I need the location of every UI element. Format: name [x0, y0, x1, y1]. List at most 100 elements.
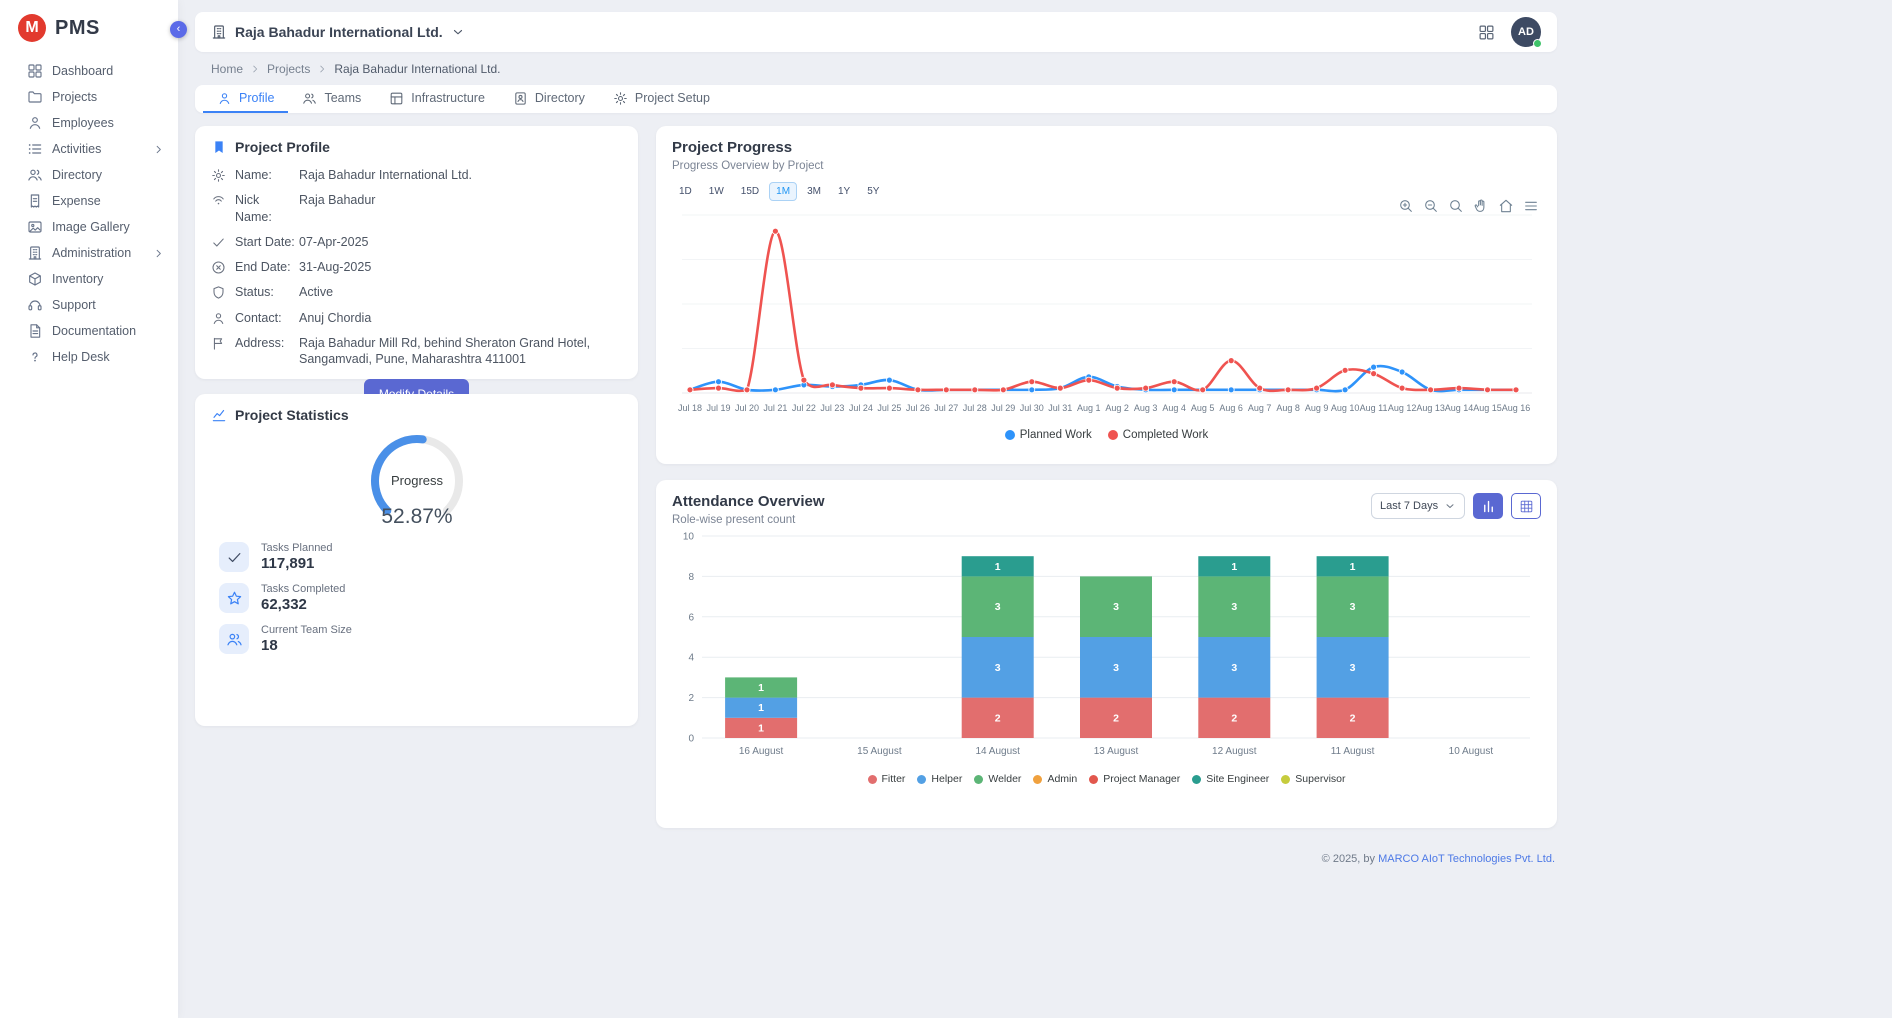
selection-zoom-icon[interactable]	[1448, 198, 1464, 214]
sidebar-item-label: Administration	[52, 246, 144, 260]
reset-zoom-icon[interactable]	[1498, 198, 1514, 214]
legend-item-planned-work[interactable]: Planned Work	[1005, 429, 1092, 441]
company-selector[interactable]: Raja Bahadur International Ltd.	[211, 24, 465, 40]
breadcrumb-item-projects[interactable]: Projects	[267, 62, 310, 76]
sidebar-item-label: Expense	[52, 194, 164, 208]
stat-value: 117,891	[261, 555, 333, 572]
field-value: Raja Bahadur Mill Rd, behind Sheraton Gr…	[299, 335, 622, 368]
range-1y-button[interactable]: 1Y	[831, 182, 857, 201]
chart-toolbar	[1398, 198, 1539, 214]
sidebar-item-support[interactable]: Support	[0, 292, 178, 318]
chevron-right-icon	[250, 64, 260, 74]
profile-field-status-: Status:Active	[211, 284, 622, 300]
svg-text:8: 8	[688, 572, 694, 583]
stat-value: 62,332	[261, 596, 345, 613]
svg-text:12 August: 12 August	[1212, 746, 1257, 757]
attendance-chart[interactable]: 024681011116 August15 August233114 Augus…	[672, 526, 1540, 771]
tab-profile[interactable]: Profile	[203, 85, 288, 113]
tab-project-setup[interactable]: Project Setup	[599, 85, 724, 113]
svg-text:Jul 30: Jul 30	[1020, 403, 1044, 413]
legend-item-helper[interactable]: Helper	[917, 773, 962, 785]
sidebar-item-help-desk[interactable]: Help Desk	[0, 344, 178, 370]
apps-grid-button[interactable]	[1478, 24, 1495, 41]
avatar[interactable]: AD	[1511, 17, 1541, 47]
breadcrumb-item-home[interactable]: Home	[211, 62, 243, 76]
tabbar: ProfileTeamsInfrastructureDirectoryProje…	[195, 85, 1557, 113]
sidebar-item-employees[interactable]: Employees	[0, 110, 178, 136]
svg-text:Jul 31: Jul 31	[1048, 403, 1072, 413]
menu-icon[interactable]	[1523, 198, 1539, 214]
range-3m-button[interactable]: 3M	[800, 182, 828, 201]
tab-infrastructure[interactable]: Infrastructure	[375, 85, 499, 113]
range-1d-button[interactable]: 1D	[672, 182, 699, 201]
menu-icon	[1523, 198, 1539, 214]
sidebar-item-label: Dashboard	[52, 64, 164, 78]
field-value: 31-Aug-2025	[299, 259, 622, 275]
chevron-right-icon	[153, 144, 164, 155]
legend-item-completed-work[interactable]: Completed Work	[1108, 429, 1208, 441]
range-5y-button[interactable]: 5Y	[860, 182, 886, 201]
project-profile-title: Project Profile	[211, 139, 622, 155]
pan-icon[interactable]	[1473, 198, 1489, 214]
reset-zoom-icon	[1498, 198, 1514, 214]
sidebar-item-dashboard[interactable]: Dashboard	[0, 58, 178, 84]
svg-text:Jul 18: Jul 18	[678, 403, 702, 413]
check-icon	[211, 235, 226, 250]
team-icon	[302, 91, 317, 106]
sidebar-item-expense[interactable]: Expense	[0, 188, 178, 214]
dirbook-icon	[513, 91, 528, 106]
field-value: Raja Bahadur International Ltd.	[299, 167, 622, 183]
legend-item-admin[interactable]: Admin	[1033, 773, 1077, 785]
legend-item-site-engineer[interactable]: Site Engineer	[1192, 773, 1269, 785]
sidebar: M PMS Dashboard Projects EmployeesActiviti…	[0, 0, 178, 1018]
sidebar-item-directory[interactable]: Directory	[0, 162, 178, 188]
zoom-out-icon[interactable]	[1423, 198, 1439, 214]
card-title-text: Project Profile	[235, 139, 330, 155]
sidebar-collapse-button[interactable]: ‹	[170, 21, 187, 38]
activities-icon	[27, 141, 43, 157]
chevron-right-icon	[317, 64, 327, 74]
zoom-in-icon[interactable]	[1398, 198, 1414, 214]
footer-link[interactable]: MARCO AIoT Technologies Pvt. Ltd.	[1378, 853, 1555, 865]
zoom-in-icon	[1398, 198, 1414, 214]
sidebar-item-documentation[interactable]: Documentation	[0, 318, 178, 344]
chevron-down-icon	[1444, 500, 1456, 512]
chevron-right-icon	[153, 248, 164, 259]
range-1w-button[interactable]: 1W	[702, 182, 731, 201]
table-view-button[interactable]	[1511, 493, 1541, 519]
sidebar-item-projects[interactable]: Projects	[0, 84, 178, 110]
sidebar-item-label: Projects	[52, 90, 164, 104]
svg-text:11 August: 11 August	[1331, 746, 1375, 757]
sidebar-item-label: Image Gallery	[52, 220, 164, 234]
legend-item-supervisor[interactable]: Supervisor	[1281, 773, 1345, 785]
legend-item-welder[interactable]: Welder	[974, 773, 1021, 785]
range-15d-button[interactable]: 15D	[734, 182, 766, 201]
svg-text:3: 3	[1231, 601, 1237, 613]
tab-teams[interactable]: Teams	[288, 85, 375, 113]
range-1m-button[interactable]: 1M	[769, 182, 797, 201]
sidebar-item-activities[interactable]: Activities	[0, 136, 178, 162]
flag-icon	[211, 336, 226, 351]
svg-text:Aug 5: Aug 5	[1191, 403, 1215, 413]
svg-text:Progress: Progress	[390, 473, 443, 488]
date-range-select[interactable]: Last 7 Days	[1371, 493, 1465, 519]
table-icon	[1519, 499, 1534, 514]
logo[interactable]: M PMS	[0, 0, 178, 54]
sidebar-item-image-gallery[interactable]: Image Gallery	[0, 214, 178, 240]
svg-text:6: 6	[688, 612, 694, 623]
sidebar-item-inventory[interactable]: Inventory	[0, 266, 178, 292]
chart-title: Project Progress	[672, 139, 1541, 156]
project-progress-chart[interactable]: Jul 18Jul 19Jul 20Jul 21Jul 22Jul 23Jul …	[672, 201, 1540, 429]
progress-gauge: Progress52.87%	[227, 427, 607, 531]
sidebar-item-administration[interactable]: Administration	[0, 240, 178, 266]
field-label: End Date:	[235, 259, 299, 275]
legend-item-project-manager[interactable]: Project Manager	[1089, 773, 1180, 785]
chevron-right-icon	[250, 64, 260, 74]
tab-directory[interactable]: Directory	[499, 85, 599, 113]
chart-view-button[interactable]	[1473, 493, 1503, 519]
legend-item-fitter[interactable]: Fitter	[868, 773, 906, 785]
field-value: Active	[299, 284, 622, 300]
svg-text:13 August: 13 August	[1094, 746, 1139, 757]
svg-text:Jul 27: Jul 27	[934, 403, 958, 413]
signal-icon	[211, 193, 226, 208]
